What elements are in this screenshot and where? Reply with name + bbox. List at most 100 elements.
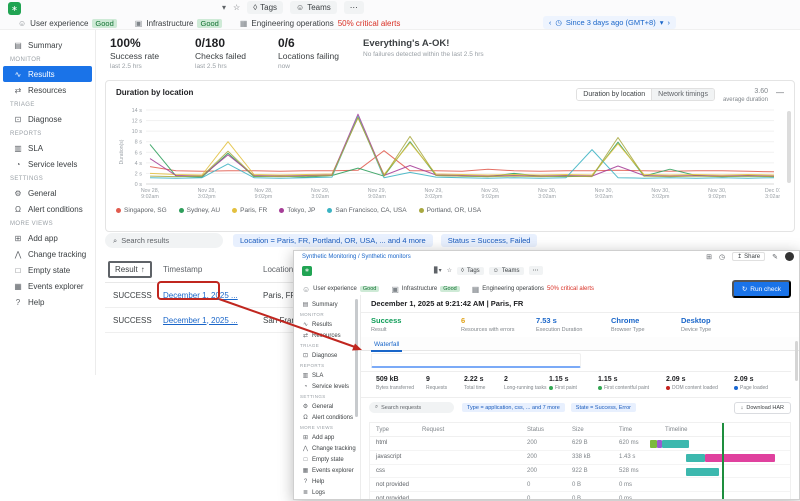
sidebar-item-resources[interactable]: ⇄Resources [3, 82, 92, 98]
toggle-network-timings[interactable]: Network timings [651, 89, 714, 100]
overlay-sidebar-scrollbar[interactable] [355, 299, 358, 417]
prev-icon[interactable]: ‹ [549, 18, 552, 27]
chevron-down-icon[interactable]: ▾ [660, 18, 664, 27]
status-user-experience[interactable]: ☺User experienceGood [18, 19, 117, 28]
time-range-picker[interactable]: ‹ ◷ Since 3 days ago (GMT+8) ▾ › [543, 16, 676, 29]
sidebar-item-summary[interactable]: ▤Summary [296, 299, 358, 310]
collapse-icon[interactable]: — [776, 88, 784, 97]
svg-text:3:02pm: 3:02pm [198, 194, 216, 200]
status-infrastructure[interactable]: ▣InfrastructureGood [391, 285, 459, 294]
sidebar-item-label: Diagnose [312, 353, 337, 359]
tags-button[interactable]: ◊Tags [247, 1, 283, 14]
summary-icon: ▤ [13, 41, 23, 50]
status-engineering-operations[interactable]: ▦Engineering operations50% critical aler… [472, 285, 594, 294]
sidebar-item-events-explorer[interactable]: ▦Events explorer [296, 465, 358, 476]
column-header-timestamp[interactable]: Timestamp [163, 265, 263, 274]
app-logo[interactable]: ∗ [8, 2, 21, 15]
legend-dot [419, 208, 424, 213]
grid-icon[interactable]: ⊞ [706, 253, 712, 261]
status-engineering-operations[interactable]: ▦Engineering operations50% critical aler… [240, 19, 401, 28]
teams-button[interactable]: ☺Teams [489, 267, 524, 275]
sidebar-item-resources[interactable]: ⇄Resources [296, 330, 358, 341]
pencil-icon[interactable]: ✎ [772, 253, 778, 261]
sidebar-item-add-app[interactable]: ⊞Add app [3, 230, 92, 246]
more-button[interactable]: ⋯ [529, 266, 543, 275]
toggle-duration-by-location[interactable]: Duration by location [577, 89, 651, 100]
more-button[interactable]: ⋯ [344, 1, 364, 14]
overlay-scrollbar[interactable] [795, 341, 798, 381]
sidebar-item-add-app[interactable]: ⊞Add app [296, 432, 358, 443]
monitor-picker[interactable]: ▊▾ [434, 267, 442, 274]
sidebar-item-results[interactable]: ∿Results [296, 319, 358, 330]
column-header-result[interactable]: Result↑ [105, 261, 163, 278]
waterfall-column-status[interactable]: Status [527, 427, 572, 433]
download-har-button[interactable]: ↓Download HAR [734, 402, 791, 414]
waterfall-row[interactable]: html200629 B620 ms [370, 437, 790, 451]
star-icon[interactable]: ☆ [447, 267, 452, 274]
sidebar-item-alert-conditions[interactable]: ΩAlert conditions [296, 412, 358, 423]
sidebar-item-general[interactable]: ⚙General [3, 185, 92, 201]
waterfall-row[interactable]: not provided00 B0 ms [370, 492, 790, 499]
sidebar-item-empty-state[interactable]: □Empty state [3, 262, 92, 278]
svg-text:6 s: 6 s [135, 151, 143, 157]
next-icon[interactable]: › [668, 18, 671, 27]
chevron-down-icon[interactable]: ▾ [222, 3, 226, 12]
status-user-experience[interactable]: ☺User experienceGood [302, 285, 379, 294]
sidebar-item-service-levels[interactable]: ◔Service levels [3, 156, 92, 172]
app-logo[interactable]: ∗ [302, 266, 312, 276]
sidebar-item-change-tracking[interactable]: ⋀Change tracking [3, 246, 92, 262]
share-button[interactable]: ↥Share [732, 252, 765, 261]
check-stat-label: Resources with errors [461, 327, 536, 333]
sidebar-item-diagnose[interactable]: ⊡Diagnose [296, 350, 358, 361]
sidebar-item-summary[interactable]: ▤Summary [3, 37, 92, 53]
filmstrip-placeholder[interactable] [371, 353, 581, 368]
legend-label: Paris, FR [240, 207, 267, 214]
sidebar-item-alert-conditions[interactable]: ΩAlert conditions [3, 201, 92, 217]
sidebar-item-help[interactable]: ?Help [296, 476, 358, 487]
sidebar-item-sla[interactable]: ▥SLA [3, 140, 92, 156]
result-timestamp-link[interactable]: December 1, 2025 ... [163, 291, 238, 300]
filter-chip-status[interactable]: Status = Success, Failed [441, 234, 538, 247]
teams-icon: ☺ [493, 268, 499, 274]
waterfall-row[interactable]: not provided00 B0 ms [370, 478, 790, 492]
waterfall-column-timeline[interactable]: Timeline [665, 427, 790, 433]
sidebar-item-results[interactable]: ∿Results [3, 66, 92, 82]
status-infrastructure[interactable]: ▣InfrastructureGood [135, 19, 222, 28]
svg-text:9:02am: 9:02am [368, 194, 386, 200]
sidebar-item-empty-state[interactable]: □Empty state [296, 454, 358, 465]
star-icon[interactable]: ☆ [233, 3, 240, 12]
tag-icon: ◊ [253, 3, 257, 12]
sidebar-item-diagnose[interactable]: ⊡Diagnose [3, 111, 92, 127]
sidebar-item-events-explorer[interactable]: ▦Events explorer [3, 278, 92, 294]
sidebar-item-service-levels[interactable]: ◔Service levels [296, 381, 358, 392]
waterfall-column-size[interactable]: Size [572, 427, 619, 433]
tags-button[interactable]: ◊Tags [457, 267, 484, 275]
breadcrumb[interactable]: Synthetic Monitoring / Synthetic monitor… [302, 254, 411, 260]
teams-label: Teams [307, 3, 331, 12]
sidebar-item-sla[interactable]: ▥SLA [296, 370, 358, 381]
sidebar-item-general[interactable]: ⚙General [296, 401, 358, 412]
tab-waterfall[interactable]: Waterfall [371, 339, 402, 352]
waterfall-row[interactable]: css200922 B528 ms [370, 465, 790, 479]
sidebar-item-help[interactable]: ?Help [3, 294, 92, 310]
waterfall-row[interactable]: javascript200338 kB1.43 s [370, 451, 790, 465]
sidebar-item-logs[interactable]: ≣Logs [296, 487, 358, 498]
waterfall-column-type[interactable]: Type [370, 427, 422, 433]
sidebar-item-label: General [312, 404, 333, 410]
search-requests-input[interactable]: ⌕ Search requests [369, 402, 454, 413]
request-type-cell: css [370, 468, 422, 474]
avatar[interactable] [785, 252, 794, 261]
search-input[interactable]: ⌕ Search results [105, 233, 223, 248]
sidebar-item-change-tracking[interactable]: ⋀Change tracking [296, 443, 358, 454]
filter-chip-type[interactable]: Type = application, css, ... and 7 more [462, 403, 565, 412]
status-cell: 200 [527, 454, 572, 460]
teams-button[interactable]: ☺Teams [290, 1, 337, 14]
filter-chip-location[interactable]: Location = Paris, FR, Portland, OR, USA,… [233, 234, 433, 247]
clock-icon[interactable]: ◷ [719, 253, 725, 261]
waterfall-column-request[interactable]: Request [422, 427, 527, 433]
filter-chip-state[interactable]: State = Success, Error [571, 403, 636, 412]
result-timestamp-link[interactable]: December 1, 2025 ... [163, 316, 238, 325]
waterfall-column-time[interactable]: Time [619, 427, 665, 433]
chart-scrollbar[interactable] [787, 111, 791, 183]
sort-focus-box[interactable]: Result↑ [108, 261, 152, 278]
